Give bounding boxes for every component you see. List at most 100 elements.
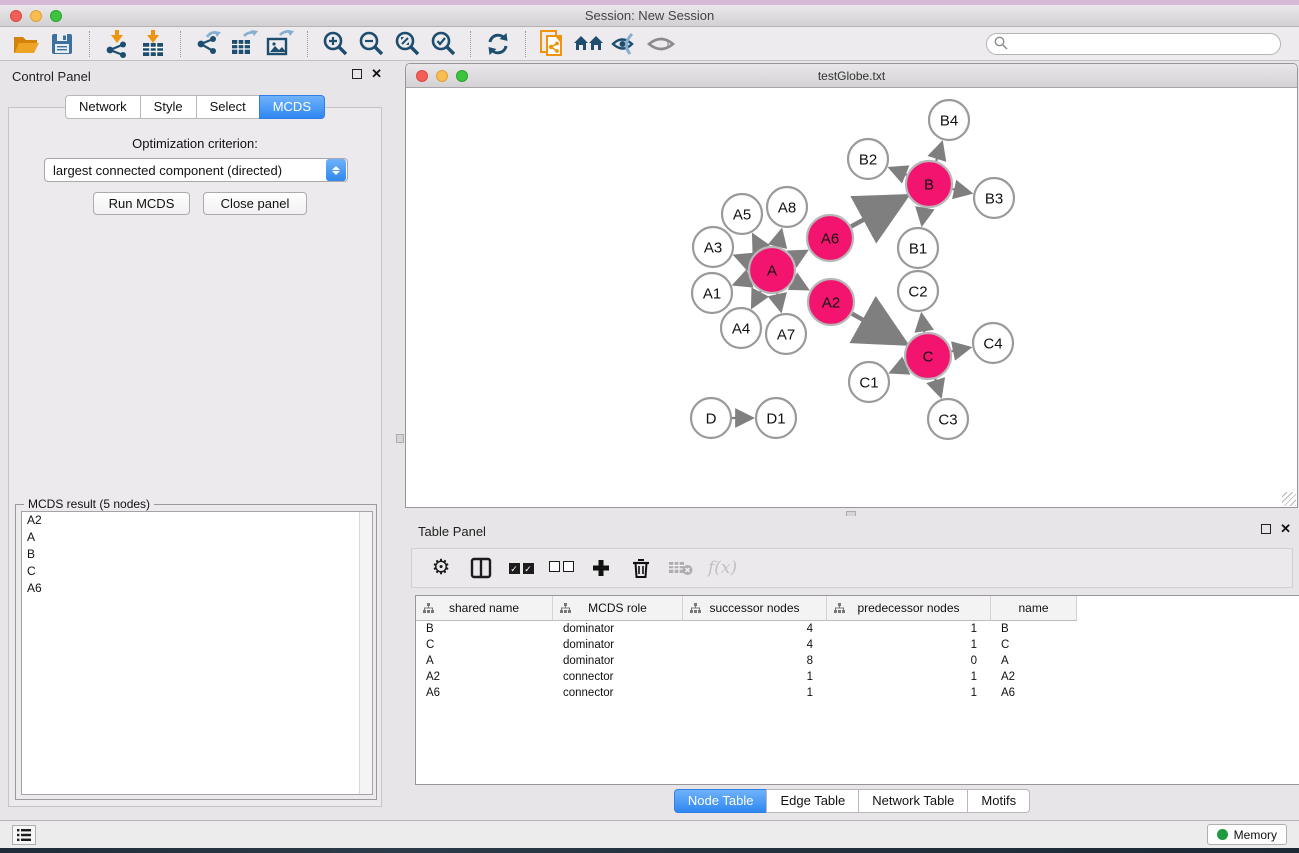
cell-name[interactable]: A2 <box>991 669 1077 685</box>
graph-node-B[interactable]: B <box>906 161 952 207</box>
edge-C-C2[interactable] <box>922 315 925 333</box>
close-table-panel-icon[interactable]: ✕ <box>1280 524 1291 534</box>
result-list-scrollbar[interactable] <box>359 512 372 794</box>
column-header-MCDS-role[interactable]: MCDS role <box>553 596 683 621</box>
cell-MCDS-role[interactable]: dominator <box>553 653 683 669</box>
column-header-predecessor-nodes[interactable]: predecessor nodes <box>827 596 991 621</box>
zoom-in-button[interactable] <box>317 29 353 59</box>
criterion-select[interactable]: largest connected component (directed) <box>44 158 348 182</box>
cell-predecessor-nodes[interactable]: 0 <box>827 653 991 669</box>
result-item-a6[interactable]: A6 <box>22 580 372 597</box>
edge-B-B3[interactable] <box>952 189 970 193</box>
graph-node-D[interactable]: D <box>691 398 731 438</box>
add-column-button[interactable] <box>588 554 614 582</box>
graph-node-A2[interactable]: A2 <box>808 279 854 325</box>
refresh-view-button[interactable] <box>480 29 516 59</box>
edge-A-A6[interactable] <box>793 251 806 258</box>
column-header-successor-nodes[interactable]: successor nodes <box>683 596 827 621</box>
cell-successor-nodes[interactable]: 8 <box>683 653 827 669</box>
cell-name[interactable]: A6 <box>991 685 1077 701</box>
graph-node-A4[interactable]: A4 <box>721 308 761 348</box>
graph-node-A3[interactable]: A3 <box>693 227 733 267</box>
edge-B-B1[interactable] <box>922 208 925 225</box>
table-row[interactable]: Adominator80A <box>416 653 1299 669</box>
cell-name[interactable]: A <box>991 653 1077 669</box>
close-panel-icon[interactable]: ✕ <box>371 69 382 79</box>
cell-MCDS-role[interactable]: dominator <box>553 637 683 653</box>
edge-A6-B[interactable] <box>851 198 903 227</box>
cell-shared-name[interactable]: A6 <box>416 685 553 701</box>
close-panel-button[interactable]: Close panel <box>203 192 307 215</box>
graph-node-C2[interactable]: C2 <box>898 271 938 311</box>
edge-A-A7[interactable] <box>777 293 781 310</box>
tab-node-table[interactable]: Node Table <box>674 789 768 813</box>
edge-A-A2[interactable] <box>793 281 807 289</box>
zoom-out-button[interactable] <box>353 29 389 59</box>
graph-node-A6[interactable]: A6 <box>807 215 853 261</box>
graph-node-C4[interactable]: C4 <box>973 323 1013 363</box>
result-item-c[interactable]: C <box>22 563 372 580</box>
export-network-button[interactable] <box>190 29 226 59</box>
graph-node-B3[interactable]: B3 <box>974 178 1014 218</box>
edge-C-C1[interactable] <box>891 366 906 373</box>
column-browser-button[interactable] <box>468 554 494 582</box>
cell-name[interactable]: C <box>991 637 1077 653</box>
float-table-panel-icon[interactable] <box>1261 524 1271 534</box>
cell-predecessor-nodes[interactable]: 1 <box>827 621 991 637</box>
tab-mcds[interactable]: MCDS <box>259 95 325 119</box>
table-row[interactable]: Bdominator41B <box>416 621 1299 637</box>
cell-successor-nodes[interactable]: 4 <box>683 637 827 653</box>
memory-button[interactable]: Memory <box>1207 824 1287 845</box>
graph-node-A7[interactable]: A7 <box>766 314 806 354</box>
edge-A-A1[interactable] <box>734 279 749 285</box>
table-row[interactable]: A6connector11A6 <box>416 685 1299 701</box>
save-session-button[interactable] <box>44 29 80 59</box>
edge-A-A4[interactable] <box>752 291 760 307</box>
graph-node-A[interactable]: A <box>749 247 795 293</box>
edge-A2-C[interactable] <box>852 314 903 342</box>
zoom-selected-button[interactable] <box>425 29 461 59</box>
edge-A-A8[interactable] <box>778 230 782 246</box>
cell-MCDS-role[interactable]: dominator <box>553 621 683 637</box>
delete-column-button[interactable] <box>628 554 654 582</box>
graph-node-B1[interactable]: B1 <box>898 228 938 268</box>
result-item-a2[interactable]: A2 <box>22 512 372 529</box>
graph-node-B2[interactable]: B2 <box>848 139 888 179</box>
graph-node-C1[interactable]: C1 <box>849 362 889 402</box>
zoom-fit-button[interactable] <box>389 29 425 59</box>
task-history-button[interactable] <box>12 825 36 845</box>
select-all-button[interactable]: ✓✓ <box>508 554 534 582</box>
graph-node-C[interactable]: C <box>905 333 951 379</box>
cell-MCDS-role[interactable]: connector <box>553 685 683 701</box>
result-item-b[interactable]: B <box>22 546 372 563</box>
graph-node-A5[interactable]: A5 <box>722 194 762 234</box>
graph-node-A1[interactable]: A1 <box>692 273 732 313</box>
network-window-titlebar[interactable]: testGlobe.txt <box>406 64 1297 88</box>
graph-node-C3[interactable]: C3 <box>928 399 968 439</box>
tab-motifs[interactable]: Motifs <box>967 789 1030 813</box>
show-graphics-button[interactable] <box>643 29 679 59</box>
table-row[interactable]: Cdominator41C <box>416 637 1299 653</box>
tab-style[interactable]: Style <box>140 95 197 119</box>
float-panel-icon[interactable] <box>352 69 362 79</box>
column-header-shared-name[interactable]: shared name <box>416 596 553 621</box>
tab-network-table[interactable]: Network Table <box>858 789 968 813</box>
table-row[interactable]: A2connector11A2 <box>416 669 1299 685</box>
cell-shared-name[interactable]: A <box>416 653 553 669</box>
cell-name[interactable]: B <box>991 621 1077 637</box>
column-header-name[interactable]: name <box>991 596 1077 621</box>
cell-predecessor-nodes[interactable]: 1 <box>827 669 991 685</box>
graph-node-A8[interactable]: A8 <box>767 187 807 227</box>
run-mcds-button[interactable]: Run MCDS <box>93 192 190 215</box>
import-network-button[interactable] <box>99 29 135 59</box>
open-file-button[interactable] <box>8 29 44 59</box>
vertical-splitter-grip[interactable] <box>396 434 404 443</box>
deselect-all-button[interactable] <box>548 554 574 582</box>
cell-MCDS-role[interactable]: connector <box>553 669 683 685</box>
edge-A-A5[interactable] <box>753 235 760 249</box>
import-table-button[interactable] <box>135 29 171 59</box>
network-from-file-button[interactable] <box>535 29 571 59</box>
table-settings-button[interactable]: ⚙ <box>428 554 454 582</box>
cell-predecessor-nodes[interactable]: 1 <box>827 685 991 701</box>
cell-successor-nodes[interactable]: 1 <box>683 669 827 685</box>
